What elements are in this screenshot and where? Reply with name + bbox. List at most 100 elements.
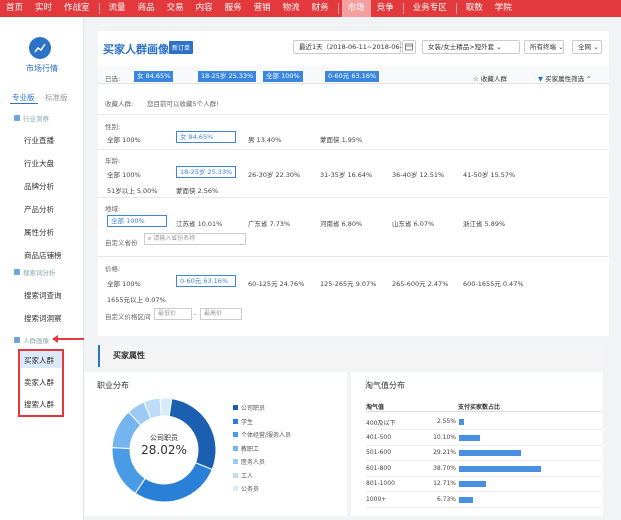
chevron-down-icon: ⌄ (558, 43, 564, 51)
taoqi-bar[interactable] (459, 496, 474, 503)
collect-crowd-button[interactable]: ☆ 收藏人群 (473, 73, 507, 83)
donut-slice[interactable] (134, 462, 213, 503)
sidebar-industry-item-0[interactable]: 行业直播 (24, 135, 54, 146)
gender-option[interactable]: 蒙面侠 1.95% (320, 134, 362, 144)
nav-item-6[interactable]: 内容 (190, 0, 219, 17)
price-option[interactable]: 全部 100% (107, 278, 141, 288)
taoqi-bar[interactable] (459, 434, 481, 441)
nav-separator (337, 3, 339, 14)
age-option-selected[interactable]: 18-25岁 25.33% (176, 166, 236, 178)
region-option[interactable]: 河南省 6.80% (320, 218, 362, 228)
title-badge: 新订单 (169, 41, 194, 54)
version-pro-tab[interactable]: 专业版 (12, 92, 35, 103)
nav-item-2[interactable]: 作战室 (58, 0, 96, 17)
calendar-button[interactable] (402, 40, 416, 54)
sidebar-industry-item-2[interactable]: 品牌分析 (24, 181, 54, 192)
region-option[interactable]: 山东省 6.07% (392, 218, 434, 228)
age-option[interactable]: 全部 100% (107, 169, 141, 179)
selected-chip[interactable]: 全部 100% (263, 71, 303, 82)
nav-item-3[interactable]: 流量 (103, 0, 132, 17)
taoqi-bar[interactable] (459, 450, 521, 456)
selected-chip[interactable]: 18-25岁 25.33% (198, 71, 257, 82)
chevron-down-icon: ⌄ (593, 43, 599, 51)
nav-item-5[interactable]: 交易 (161, 0, 190, 17)
divider (98, 149, 609, 150)
legend-label: 医务人员 (241, 459, 266, 466)
sidebar-crowd-item-2[interactable]: 搜索人群 (24, 399, 54, 410)
price-option[interactable]: 125-265元 9.07% (320, 278, 376, 288)
selected-chip[interactable]: 女 84.65% (134, 71, 174, 82)
max-price-input[interactable]: 最高价 (200, 308, 242, 320)
price-option[interactable]: 265-600元 2.47% (392, 278, 448, 288)
sidebar-crowd-item-1[interactable]: 卖家人群 (24, 377, 54, 388)
collected-hint: 您目前可以收藏5个人群! (147, 100, 219, 108)
search-section-icon (14, 269, 20, 275)
taoqi-bar[interactable] (459, 419, 465, 425)
sidebar-search-item-0[interactable]: 搜索词查询 (24, 290, 62, 301)
category-select[interactable]: 女装/女士精品>短外套 ⌄ (422, 40, 520, 54)
taoqi-row-label: 601-800 (366, 464, 392, 472)
nav-separator (402, 3, 404, 14)
legend-label: 工人 (241, 472, 254, 480)
province-search-input[interactable]: ⌕ 请输入省份名称 (144, 233, 246, 245)
taoqi-bar[interactable] (459, 465, 541, 472)
version-std-tab[interactable]: 标准版 (45, 92, 68, 103)
sidebar-industry-item-5[interactable]: 商品店铺榜 (24, 250, 62, 261)
nav-item-12[interactable]: 竞争 (371, 0, 400, 17)
sidebar-industry-item-4[interactable]: 属性分析 (24, 227, 54, 238)
divider (98, 256, 609, 257)
sidebar: 市场行情 专业版 标准版 行业洞察 搜索词分析 人群画像 行业直播 行业大盘 品牌分… (0, 17, 84, 520)
age-option[interactable]: 36-40岁 12.51% (392, 169, 444, 179)
region-option[interactable]: 浙江省 5.89% (463, 218, 505, 228)
gender-option[interactable]: 全部 100% (107, 134, 141, 144)
calendar-icon (405, 43, 413, 51)
legend-swatch (233, 445, 238, 451)
occupation-legend-item: 个体经营/服务人员 (233, 430, 291, 439)
taoqi-row-divider (366, 429, 602, 430)
nav-item-14[interactable]: 取数 (460, 0, 489, 17)
region-option[interactable]: 江苏省 10.01% (176, 218, 222, 228)
nav-item-11[interactable]: 市场 (341, 0, 371, 17)
search-icon: ⌕ (148, 235, 152, 242)
price-option[interactable]: 60-125元 24.76% (248, 278, 304, 288)
age-option[interactable]: 蒙面侠 2.56% (176, 185, 218, 195)
terminal-select[interactable]: 所有终端 ⌄ (524, 40, 564, 54)
sidebar-industry-item-3[interactable]: 产品分析 (24, 204, 54, 215)
taoqi-row-pct: 12.71% (433, 480, 456, 487)
age-option[interactable]: 31-35岁 16.64% (320, 169, 372, 179)
nav-item-15[interactable]: 学院 (489, 0, 518, 17)
nav-item-13[interactable]: 业务专区 (407, 0, 453, 17)
taoqi-row-pct: 10.10% (433, 433, 456, 441)
selected-chip[interactable]: 0-60元 63.16% (325, 71, 380, 82)
sidebar-industry-item-1[interactable]: 行业大盘 (24, 158, 54, 169)
nav-item-1[interactable]: 实时 (29, 0, 58, 17)
date-range-select[interactable]: 最近1天（2018-06-11~2018-06-11） (293, 40, 417, 54)
region-option-selected[interactable]: 全部 100% (107, 215, 167, 227)
nav-item-4[interactable]: 商品 (132, 0, 161, 17)
gender-label: 性别: (105, 123, 121, 131)
sidebar-crowd-item-0[interactable]: 买家人群 (24, 355, 54, 366)
price-option[interactable]: 1655元以上 0.07% (107, 294, 166, 304)
nav-item-7[interactable]: 服务 (219, 0, 248, 17)
region-option[interactable]: 广东省 7.73% (248, 218, 290, 228)
taoqi-bar[interactable] (459, 481, 486, 487)
section-crowd: 人群画像 (14, 335, 49, 345)
nav-item-8[interactable]: 营销 (248, 0, 277, 17)
gender-option-selected[interactable]: 女 84.65% (176, 131, 236, 143)
nav-item-0[interactable]: 首页 (0, 0, 29, 17)
legend-swatch (233, 486, 238, 491)
age-option[interactable]: 41-50岁 15.57% (463, 169, 515, 179)
min-price-input[interactable]: 最低价 (154, 308, 192, 320)
nav-item-9[interactable]: 物流 (277, 0, 306, 17)
filter-toggle[interactable]: ▼ 买家属性筛选 ⌃ (538, 73, 592, 83)
sidebar-search-item-1[interactable]: 搜索词洞察 (24, 313, 62, 324)
gender-option[interactable]: 男 13.40% (248, 134, 281, 144)
age-option[interactable]: 26-30岁 22.30% (248, 169, 300, 179)
price-option-selected[interactable]: 0-60元 63.16% (176, 275, 236, 287)
nav-item-10[interactable]: 财务 (306, 0, 335, 17)
attributes-title: 买家属性 (113, 351, 145, 360)
taoqi-row-divider (366, 444, 602, 446)
network-select[interactable]: 全网 ⌄ (572, 40, 602, 54)
age-option[interactable]: 51岁以上 5.00% (107, 185, 158, 195)
price-option[interactable]: 600-1655元 0.47% (463, 278, 524, 288)
